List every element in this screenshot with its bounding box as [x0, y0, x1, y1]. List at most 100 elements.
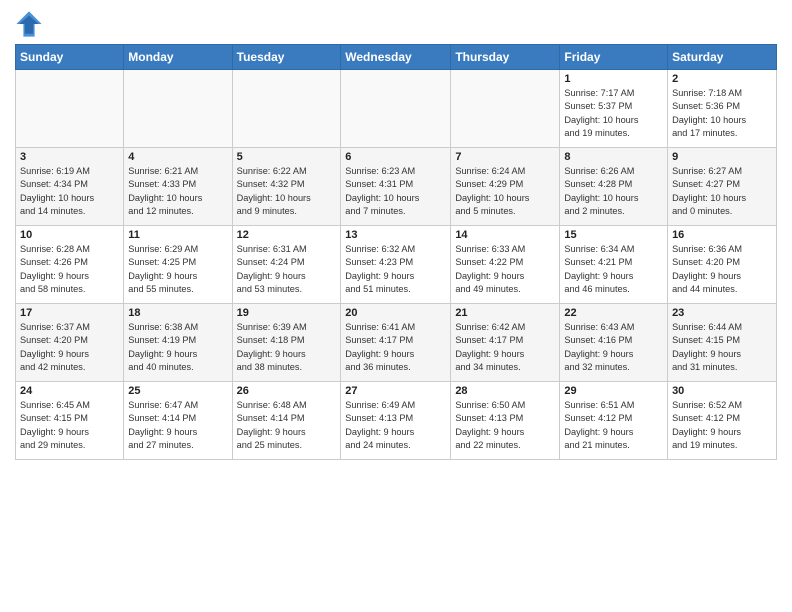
calendar-cell: 20Sunrise: 6:41 AM Sunset: 4:17 PM Dayli… [341, 304, 451, 382]
calendar-cell: 17 Sunrise: 6:37 AM Sunset: 4:20 PM Dayli… [16, 304, 124, 382]
calendar-cell [124, 70, 232, 148]
day-info: Sunrise: 6:31 AM Sunset: 4:24 PM Dayligh… [237, 243, 337, 296]
calendar-cell [232, 70, 341, 148]
weekday-header-saturday: Saturday [668, 45, 777, 70]
weekday-header-tuesday: Tuesday [232, 45, 341, 70]
calendar-cell: 4 Sunrise: 6:21 AM Sunset: 4:33 PM Daylig… [124, 148, 232, 226]
day-info: Sunrise: 6:27 AM Sunset: 4:27 PM Dayligh… [672, 165, 772, 218]
calendar-cell: 9Sunrise: 6:27 AM Sunset: 4:27 PM Daylig… [668, 148, 777, 226]
calendar-cell: 18 Sunrise: 6:38 AM Sunset: 4:19 PM Dayli… [124, 304, 232, 382]
day-number: 28 [455, 385, 555, 397]
day-number: 13 [345, 229, 446, 241]
calendar-cell: 15 Sunrise: 6:34 AM Sunset: 4:21 PM Dayli… [560, 226, 668, 304]
day-info: Sunrise: 6:32 AM Sunset: 4:23 PM Dayligh… [345, 243, 446, 296]
day-info: Sunrise: 6:52 AM Sunset: 4:12 PM Dayligh… [672, 399, 772, 452]
header-area [15, 10, 777, 38]
day-number: 15 [564, 229, 663, 241]
day-number: 18 [128, 307, 227, 319]
day-info: Sunrise: 6:50 AM Sunset: 4:13 PM Dayligh… [455, 399, 555, 452]
day-info: Sunrise: 6:39 AM Sunset: 4:18 PM Dayligh… [237, 321, 337, 374]
page-container: SundayMondayTuesdayWednesdayThursdayFrid… [0, 0, 792, 470]
calendar-cell [341, 70, 451, 148]
weekday-header-sunday: Sunday [16, 45, 124, 70]
day-number: 4 [128, 151, 227, 163]
day-number: 19 [237, 307, 337, 319]
weekday-header-thursday: Thursday [451, 45, 560, 70]
calendar-cell: 10 Sunrise: 6:28 AM Sunset: 4:26 PM Dayli… [16, 226, 124, 304]
day-info: Sunrise: 6:26 AM Sunset: 4:28 PM Dayligh… [564, 165, 663, 218]
day-info: Sunrise: 7:18 AM Sunset: 5:36 PM Dayligh… [672, 87, 772, 140]
calendar-cell: 7Sunrise: 6:24 AM Sunset: 4:29 PM Daylig… [451, 148, 560, 226]
day-number: 2 [672, 73, 772, 85]
day-number: 6 [345, 151, 446, 163]
day-info: Sunrise: 6:45 AM Sunset: 4:15 PM Dayligh… [20, 399, 119, 452]
day-info: Sunrise: 6:28 AM Sunset: 4:26 PM Dayligh… [20, 243, 119, 296]
day-info: Sunrise: 6:36 AM Sunset: 4:20 PM Dayligh… [672, 243, 772, 296]
day-number: 17 [20, 307, 119, 319]
calendar-cell: 21 Sunrise: 6:42 AM Sunset: 4:17 PM Dayli… [451, 304, 560, 382]
calendar-cell: 29Sunrise: 6:51 AM Sunset: 4:12 PM Dayli… [560, 382, 668, 460]
calendar-week-3: 10 Sunrise: 6:28 AM Sunset: 4:26 PM Dayli… [16, 226, 777, 304]
calendar-cell: 14 Sunrise: 6:33 AM Sunset: 4:22 PM Dayli… [451, 226, 560, 304]
calendar-week-4: 17 Sunrise: 6:37 AM Sunset: 4:20 PM Dayli… [16, 304, 777, 382]
calendar-cell: 22Sunrise: 6:43 AM Sunset: 4:16 PM Dayli… [560, 304, 668, 382]
logo [15, 10, 47, 38]
calendar-cell: 25 Sunrise: 6:47 AM Sunset: 4:14 PM Dayli… [124, 382, 232, 460]
day-info: Sunrise: 6:38 AM Sunset: 4:19 PM Dayligh… [128, 321, 227, 374]
calendar-cell: 1 Sunrise: 7:17 AM Sunset: 5:37 PM Daylig… [560, 70, 668, 148]
calendar-cell [16, 70, 124, 148]
day-info: Sunrise: 6:23 AM Sunset: 4:31 PM Dayligh… [345, 165, 446, 218]
day-number: 3 [20, 151, 119, 163]
day-number: 16 [672, 229, 772, 241]
day-info: Sunrise: 6:44 AM Sunset: 4:15 PM Dayligh… [672, 321, 772, 374]
day-info: Sunrise: 6:29 AM Sunset: 4:25 PM Dayligh… [128, 243, 227, 296]
calendar-cell: 6 Sunrise: 6:23 AM Sunset: 4:31 PM Daylig… [341, 148, 451, 226]
day-info: Sunrise: 6:47 AM Sunset: 4:14 PM Dayligh… [128, 399, 227, 452]
logo-icon [15, 10, 43, 38]
weekday-header-friday: Friday [560, 45, 668, 70]
day-number: 27 [345, 385, 446, 397]
calendar-week-1: 1 Sunrise: 7:17 AM Sunset: 5:37 PM Daylig… [16, 70, 777, 148]
calendar-cell: 12 Sunrise: 6:31 AM Sunset: 4:24 PM Dayli… [232, 226, 341, 304]
calendar-cell: 13 Sunrise: 6:32 AM Sunset: 4:23 PM Dayli… [341, 226, 451, 304]
calendar-cell: 8 Sunrise: 6:26 AM Sunset: 4:28 PM Daylig… [560, 148, 668, 226]
weekday-header-wednesday: Wednesday [341, 45, 451, 70]
day-info: Sunrise: 6:34 AM Sunset: 4:21 PM Dayligh… [564, 243, 663, 296]
day-info: Sunrise: 6:42 AM Sunset: 4:17 PM Dayligh… [455, 321, 555, 374]
day-number: 8 [564, 151, 663, 163]
day-number: 10 [20, 229, 119, 241]
day-info: Sunrise: 6:37 AM Sunset: 4:20 PM Dayligh… [20, 321, 119, 374]
calendar-cell: 28 Sunrise: 6:50 AM Sunset: 4:13 PM Dayli… [451, 382, 560, 460]
calendar-table: SundayMondayTuesdayWednesdayThursdayFrid… [15, 44, 777, 460]
day-number: 26 [237, 385, 337, 397]
day-info: Sunrise: 7:17 AM Sunset: 5:37 PM Dayligh… [564, 87, 663, 140]
day-number: 1 [564, 73, 663, 85]
calendar-cell: 24 Sunrise: 6:45 AM Sunset: 4:15 PM Dayli… [16, 382, 124, 460]
day-info: Sunrise: 6:24 AM Sunset: 4:29 PM Dayligh… [455, 165, 555, 218]
day-number: 22 [564, 307, 663, 319]
day-info: Sunrise: 6:21 AM Sunset: 4:33 PM Dayligh… [128, 165, 227, 218]
day-info: Sunrise: 6:22 AM Sunset: 4:32 PM Dayligh… [237, 165, 337, 218]
day-info: Sunrise: 6:51 AM Sunset: 4:12 PM Dayligh… [564, 399, 663, 452]
day-number: 24 [20, 385, 119, 397]
calendar-cell [451, 70, 560, 148]
day-number: 25 [128, 385, 227, 397]
weekday-header-monday: Monday [124, 45, 232, 70]
day-number: 11 [128, 229, 227, 241]
calendar-week-5: 24 Sunrise: 6:45 AM Sunset: 4:15 PM Dayli… [16, 382, 777, 460]
calendar-cell: 2 Sunrise: 7:18 AM Sunset: 5:36 PM Daylig… [668, 70, 777, 148]
calendar-cell: 26 Sunrise: 6:48 AM Sunset: 4:14 PM Dayli… [232, 382, 341, 460]
day-number: 20 [345, 307, 446, 319]
calendar-week-2: 3Sunrise: 6:19 AM Sunset: 4:34 PM Daylig… [16, 148, 777, 226]
day-info: Sunrise: 6:48 AM Sunset: 4:14 PM Dayligh… [237, 399, 337, 452]
calendar-cell: 3Sunrise: 6:19 AM Sunset: 4:34 PM Daylig… [16, 148, 124, 226]
day-info: Sunrise: 6:33 AM Sunset: 4:22 PM Dayligh… [455, 243, 555, 296]
day-number: 5 [237, 151, 337, 163]
day-number: 14 [455, 229, 555, 241]
day-number: 12 [237, 229, 337, 241]
day-number: 21 [455, 307, 555, 319]
day-info: Sunrise: 6:49 AM Sunset: 4:13 PM Dayligh… [345, 399, 446, 452]
calendar-cell: 16 Sunrise: 6:36 AM Sunset: 4:20 PM Dayli… [668, 226, 777, 304]
calendar-cell: 23Sunrise: 6:44 AM Sunset: 4:15 PM Dayli… [668, 304, 777, 382]
weekday-header-row: SundayMondayTuesdayWednesdayThursdayFrid… [16, 45, 777, 70]
